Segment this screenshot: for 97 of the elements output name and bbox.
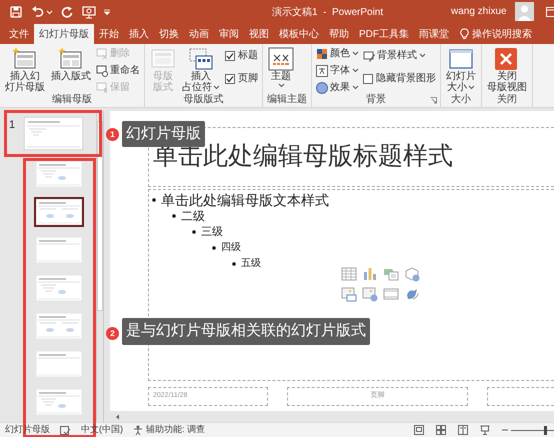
- slide-number-field[interactable]: [487, 387, 554, 406]
- tool-icon: [316, 82, 328, 94]
- group-label: 关闭: [497, 94, 517, 107]
- bullet-icon: [172, 214, 176, 218]
- group-label: 背景: [366, 94, 386, 107]
- notes-check-icon[interactable]: [60, 426, 71, 434]
- body-text: 单击此处编辑母版文本样式: [161, 192, 329, 208]
- bullet-icon: [192, 230, 196, 234]
- ribbon-tab[interactable]: 视图: [244, 24, 274, 44]
- tool-icon: [363, 50, 375, 62]
- caret-icon: [352, 85, 359, 90]
- bullet-icon: [212, 246, 216, 250]
- tool-icon: [316, 64, 328, 76]
- callout-number: 2: [106, 327, 119, 340]
- caret-icon: [352, 51, 359, 56]
- tool-icon: [96, 64, 108, 76]
- reading-view-icon[interactable]: [458, 425, 468, 435]
- ribbon-tab[interactable]: PDF工具集: [354, 24, 414, 44]
- zoom-out-icon[interactable]: [502, 427, 508, 433]
- status-accessibility[interactable]: 辅助功能: 调查: [146, 423, 206, 437]
- group-label: 母版版式: [184, 94, 224, 107]
- body-text: 五级: [241, 257, 261, 271]
- ribbon-button[interactable]: 插入 占位符: [181, 46, 221, 93]
- ribbon-display-icon[interactable]: [546, 7, 554, 17]
- chart-icon[interactable]: [362, 266, 378, 282]
- cube-icon[interactable]: [404, 266, 420, 282]
- ribbon-button[interactable]: 背景样式: [363, 48, 436, 63]
- ribbon-button[interactable]: 插入幻 灯片母版: [4, 46, 46, 93]
- bullet-icon: [232, 262, 236, 266]
- ribbon-tab[interactable]: 幻灯片母版: [34, 24, 94, 44]
- slideshow-icon[interactable]: [480, 425, 490, 435]
- check-icon: [226, 74, 234, 82]
- ribbon-tab[interactable]: 雨课堂: [414, 24, 454, 44]
- checkbox[interactable]: [363, 74, 373, 84]
- body-text: 四级: [221, 241, 241, 255]
- caret-icon: [419, 53, 426, 58]
- ribbon-button[interactable]: 幻灯片 大小: [445, 46, 477, 93]
- ribbon-button[interactable]: 插入版式: [50, 46, 92, 82]
- bullet-icon: [152, 198, 156, 202]
- picture-icon[interactable]: [341, 286, 357, 302]
- body-text: 三级: [201, 225, 223, 240]
- tell-me-search[interactable]: 操作说明搜索: [472, 26, 532, 42]
- caret-icon: [213, 85, 220, 90]
- checkbox-label[interactable]: 页脚: [238, 71, 258, 86]
- callout-label: 幻灯片母版: [122, 121, 205, 147]
- caret-icon: [352, 68, 359, 73]
- ribbon-tab[interactable]: 模板中心: [274, 24, 324, 44]
- undo-icon[interactable]: [31, 6, 44, 18]
- slide-number: 1: [9, 118, 16, 133]
- group-label: 大小: [451, 94, 471, 107]
- ribbon-button[interactable]: 字体: [316, 63, 359, 78]
- slide-sorter-icon[interactable]: [436, 425, 446, 435]
- ribbon-tab[interactable]: 开始: [94, 24, 124, 44]
- ribbon-tab[interactable]: 切换: [154, 24, 184, 44]
- tool-icon: [316, 48, 328, 60]
- lightbulb-icon: [460, 28, 469, 40]
- caret-icon: [468, 85, 475, 90]
- redo-icon[interactable]: [61, 6, 73, 18]
- ribbon-button[interactable]: 重命名: [96, 63, 140, 78]
- tool-icon: [96, 48, 108, 60]
- ribbon-tab[interactable]: 帮助: [324, 24, 354, 44]
- checkbox-label[interactable]: 隐藏背景图形: [376, 71, 436, 86]
- master-slide-thumbnail[interactable]: [24, 117, 83, 150]
- normal-view-icon[interactable]: [414, 425, 424, 435]
- layout-thumbnail[interactable]: [34, 197, 84, 227]
- ribbon-tab[interactable]: 动画: [184, 24, 214, 44]
- ribbon-button[interactable]: 关闭 母版视图: [486, 46, 528, 93]
- presentation-icon[interactable]: [82, 6, 96, 18]
- group-label: 编辑母版: [52, 94, 92, 107]
- ribbon-tab[interactable]: 文件: [4, 24, 34, 44]
- tool-icon: [96, 82, 108, 94]
- ribbon-button[interactable]: 效果: [316, 80, 359, 94]
- checkbox[interactable]: [225, 74, 235, 84]
- callout-label: 是与幻灯片母版相关联的幻灯片版式: [122, 318, 370, 345]
- body-text: 二级: [181, 208, 205, 224]
- ribbon-tab[interactable]: 插入: [124, 24, 154, 44]
- window-title: 演示文稿1 - PowerPoint: [272, 6, 384, 20]
- scroll-left-icon[interactable]: [115, 414, 121, 420]
- accessibility-icon[interactable]: [133, 425, 144, 435]
- save-icon[interactable]: [10, 6, 22, 18]
- caret-icon: [278, 83, 284, 88]
- customize-toolbar-icon[interactable]: [104, 9, 110, 15]
- bird-icon[interactable]: [404, 286, 420, 302]
- dialog-launcher-icon[interactable]: [430, 97, 437, 104]
- user-name[interactable]: wang zhixue: [451, 4, 507, 19]
- online-picture-icon[interactable]: [362, 286, 378, 302]
- ribbon-button[interactable]: 主题: [267, 46, 295, 88]
- zoom-slider-thumb[interactable]: [544, 426, 547, 434]
- ribbon-button[interactable]: 颜色: [316, 46, 359, 61]
- scrollbar-thumb[interactable]: [97, 121, 103, 311]
- checkbox-label[interactable]: 标题: [238, 48, 258, 63]
- check-icon: [226, 52, 234, 60]
- callout-number: 1: [106, 128, 119, 141]
- caret-icon[interactable]: [46, 10, 53, 14]
- ribbon-tab[interactable]: 审阅: [214, 24, 244, 44]
- checkbox[interactable]: [225, 50, 235, 60]
- group-label: 编辑主题: [267, 94, 307, 107]
